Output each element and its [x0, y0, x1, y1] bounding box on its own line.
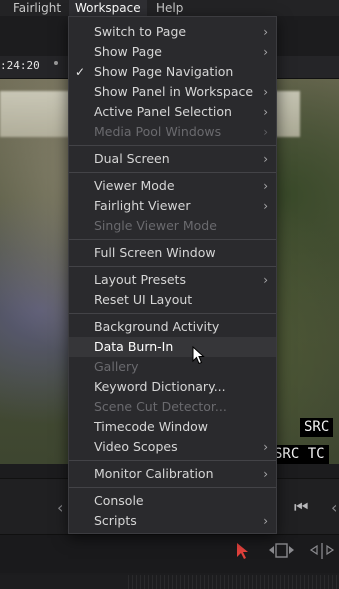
- menu-bar: Fairlight Workspace Help: [0, 0, 339, 16]
- checkmark-icon: ✓: [75, 65, 86, 79]
- menu-item-keyword-dictionary[interactable]: Keyword Dictionary...: [69, 377, 276, 397]
- timeline-toolbar: [0, 534, 339, 573]
- chevron-right-icon: ›: [263, 440, 268, 454]
- chevron-right-icon: ›: [263, 273, 268, 287]
- menu-item-media-pool-windows: Media Pool Windows ›: [69, 122, 276, 142]
- menu-item-gallery: Gallery: [94, 359, 139, 374]
- burnin-src-label: SRC: [300, 418, 334, 437]
- chevron-right-icon: ›: [263, 179, 268, 193]
- burnin-src-tc: SRC TC: [270, 445, 329, 464]
- menu-separator: [69, 239, 276, 240]
- menu-item-data-burn-in[interactable]: Data Burn-In: [69, 337, 276, 357]
- menu-item-switch-to-page[interactable]: Switch to Page ›: [69, 22, 276, 42]
- menu-fairlight[interactable]: Fairlight: [13, 0, 61, 16]
- chevron-right-icon: ›: [263, 467, 268, 481]
- chevron-right-icon: ›: [263, 45, 268, 59]
- menu-separator: [69, 460, 276, 461]
- menu-item-show-panel-in-workspace[interactable]: Show Panel in Workspace ›: [69, 82, 276, 102]
- menu-item-video-scopes[interactable]: Video Scopes ›: [69, 437, 276, 457]
- workspace-menu: Switch to Page › Show Page › ✓ Show Page…: [68, 16, 277, 534]
- menu-item-scripts[interactable]: Scripts ›: [69, 511, 276, 531]
- menu-item-background-activity[interactable]: Background Activity: [69, 317, 276, 337]
- menu-separator: [69, 487, 276, 488]
- menu-separator: [69, 313, 276, 314]
- options-dot-icon[interactable]: [54, 61, 58, 65]
- timeline-ruler[interactable]: [0, 575, 339, 589]
- menu-item-show-page[interactable]: Show Page ›: [69, 42, 276, 62]
- menu-separator: [69, 266, 276, 267]
- menu-item-timecode-window[interactable]: Timecode Window: [69, 417, 276, 437]
- menu-item-console[interactable]: Console: [69, 491, 276, 511]
- viewer-timecode: :24:20: [0, 59, 40, 72]
- trim-icon[interactable]: [267, 542, 297, 560]
- menu-item-show-page-navigation[interactable]: ✓ Show Page Navigation: [69, 62, 276, 82]
- chevron-left-icon[interactable]: ‹: [331, 499, 337, 517]
- menu-item-monitor-calibration[interactable]: Monitor Calibration ›: [69, 464, 276, 484]
- arrow-pointer-icon[interactable]: [236, 542, 250, 560]
- chevron-right-icon: ›: [263, 199, 268, 213]
- menu-item-active-panel-selection[interactable]: Active Panel Selection ›: [69, 102, 276, 122]
- blade-icon[interactable]: [308, 542, 336, 560]
- menu-item-viewer-mode[interactable]: Viewer Mode ›: [69, 176, 276, 196]
- chevron-right-icon: ›: [263, 152, 268, 166]
- mouse-cursor-icon: [192, 346, 205, 365]
- chevron-left-icon[interactable]: ‹: [57, 499, 63, 517]
- menu-item-scene-cut-detector: Scene Cut Detector...: [94, 399, 227, 414]
- menu-item-fairlight-viewer[interactable]: Fairlight Viewer ›: [69, 196, 276, 216]
- chevron-right-icon: ›: [263, 514, 268, 528]
- go-to-start-icon[interactable]: ⏮: [294, 498, 308, 516]
- menu-item-full-screen-window[interactable]: Full Screen Window: [69, 243, 276, 263]
- menu-item-reset-ui-layout[interactable]: Reset UI Layout: [69, 290, 276, 310]
- menu-item-single-viewer-mode: Single Viewer Mode: [94, 218, 217, 233]
- menu-help[interactable]: Help: [156, 0, 183, 16]
- chevron-right-icon: ›: [263, 105, 268, 119]
- chevron-right-icon: ›: [263, 85, 268, 99]
- menu-separator: [69, 145, 276, 146]
- menu-workspace[interactable]: Workspace: [69, 0, 147, 16]
- menu-separator: [69, 172, 276, 173]
- menu-item-dual-screen[interactable]: Dual Screen ›: [69, 149, 276, 169]
- menu-item-layout-presets[interactable]: Layout Presets ›: [69, 270, 276, 290]
- chevron-right-icon: ›: [263, 125, 268, 139]
- chevron-right-icon: ›: [263, 25, 268, 39]
